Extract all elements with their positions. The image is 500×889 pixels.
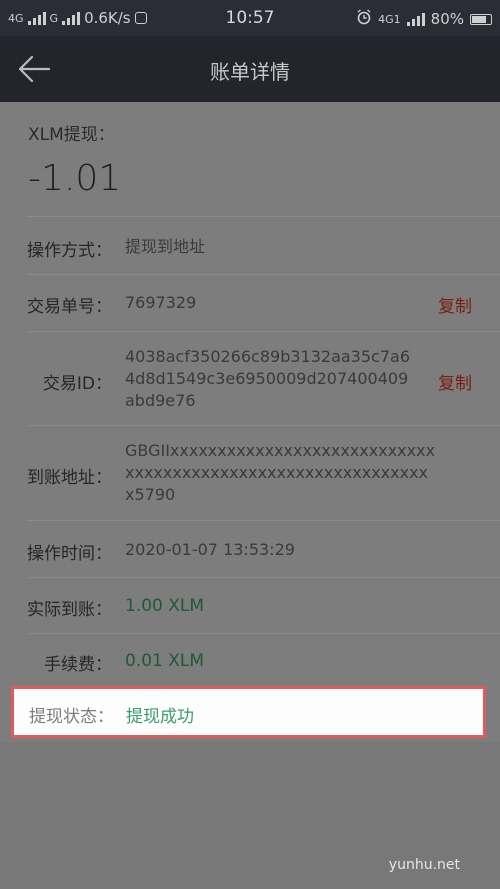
- receive-address-value: GBGIIxxxxxxxxxxxxxxxxxxxxxxxxxxxx xxxxxx…: [125, 440, 435, 506]
- bottom-area: yunhu.net: [0, 742, 500, 889]
- divider: [28, 274, 500, 275]
- transaction-id-value: 4038acf350266c89b3132aa35c7a6 4d8d1549c3…: [125, 346, 410, 412]
- withdraw-status-value: 提现成功: [126, 707, 194, 727]
- divider: [28, 577, 500, 578]
- status-bar: 4G G 0.6K/s 10:57 4G1 80%: [0, 0, 500, 36]
- divider: [28, 520, 500, 521]
- page-title: 账单详情: [210, 60, 290, 84]
- divider: [28, 216, 500, 217]
- amount: -1.01: [28, 158, 122, 199]
- address-line: GBGIIxxxxxxxxxxxxxxxxxxxxxxxxxxxx: [125, 441, 436, 460]
- fee-label: 手续费：: [44, 655, 112, 675]
- operation-method-value: 提现到地址: [125, 237, 206, 256]
- transaction-type-label: XLM提现：: [28, 125, 115, 145]
- copy-transaction-id-button[interactable]: 复制: [438, 369, 472, 394]
- battery-level: 80%: [430, 10, 464, 28]
- transaction-id-line: 4038acf350266c89b3132aa35c7a6: [125, 347, 410, 366]
- divider: [28, 331, 500, 332]
- transaction-id-line: abd9e76: [125, 391, 196, 410]
- address-line: xxxxxxxxxxxxxxxxxxxxxxxxxxxxxxxx: [125, 463, 428, 482]
- operation-time-label: 操作时间：: [27, 544, 112, 564]
- order-number-label: 交易单号：: [27, 297, 112, 317]
- copy-order-number-button[interactable]: 复制: [438, 292, 472, 317]
- actual-received-label: 实际到账：: [27, 600, 112, 620]
- alarm-icon: [356, 9, 372, 29]
- battery-icon: [470, 13, 492, 25]
- withdraw-status-row: 提现状态： 提现成功: [11, 686, 486, 738]
- network-type-3: 4G1: [378, 12, 401, 26]
- withdraw-status-label: 提现状态：: [29, 707, 114, 727]
- navigation-bar: 账单详情: [0, 36, 500, 102]
- transaction-id-label: 交易ID：: [42, 374, 112, 394]
- transaction-id-line: 4d8d1549c3e6950009d207400409: [125, 369, 409, 388]
- divider: [28, 425, 500, 426]
- receive-address-label: 到账地址：: [27, 468, 112, 488]
- order-number-value: 7697329: [125, 293, 197, 312]
- watermark: yunhu.net: [388, 857, 460, 873]
- actual-received-value: 1.00 XLM: [125, 596, 205, 616]
- status-right: 4G1 80%: [356, 9, 492, 29]
- fee-value: 0.01 XLM: [125, 651, 205, 671]
- divider: [28, 633, 500, 634]
- bill-detail: XLM提现： -1.01 操作方式： 提现到地址 交易单号： 7697329 复…: [0, 102, 500, 742]
- address-line: x5790: [125, 485, 176, 504]
- operation-method-label: 操作方式：: [27, 241, 112, 261]
- operation-time-value: 2020-01-07 13:53:29: [125, 540, 295, 559]
- signal-icon-3: [406, 12, 425, 26]
